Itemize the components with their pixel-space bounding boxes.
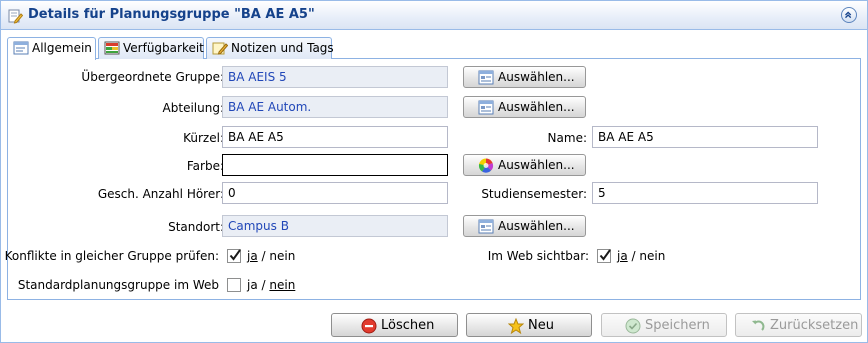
- yes-option[interactable]: ja: [247, 278, 258, 292]
- tab-notizen-und-tags[interactable]: Notizen und Tags: [206, 37, 334, 59]
- planning-group-details-panel: Details für Planungsgruppe "BA AE A5" Al…: [0, 0, 868, 343]
- name-input[interactable]: BA AE A5: [592, 126, 818, 148]
- tab-label: Verfügbarkeit: [123, 41, 204, 55]
- select-color-button[interactable]: Auswählen...: [463, 154, 586, 176]
- reset-button[interactable]: Zurücksetzen: [735, 313, 862, 337]
- select-button-label: Auswählen...: [498, 158, 575, 172]
- parent-group-field: BA AEIS 5: [222, 66, 448, 88]
- color-label: Farbe:: [186, 159, 224, 173]
- new-button[interactable]: Neu: [466, 313, 592, 337]
- conflicts-label: Konflikte in gleicher Gruppe prüfen:: [4, 249, 219, 263]
- standard-web-yes-no: ja / nein: [247, 278, 295, 292]
- tab-content-allgemein: Übergeordnete Gruppe: BA AEIS 5 Auswähle…: [4, 59, 861, 300]
- tab-label: Allgemein: [32, 41, 92, 55]
- web-visible-label: Im Web sichtbar:: [487, 249, 589, 263]
- location-label: Standort:: [168, 220, 224, 234]
- yes-no-separator: /: [261, 249, 266, 263]
- select-parent-group-button[interactable]: Auswählen...: [463, 66, 586, 88]
- no-option[interactable]: nein: [269, 249, 295, 263]
- save-button[interactable]: Speichern: [601, 313, 727, 337]
- listeners-label: Gesch. Anzahl Hörer:: [97, 187, 224, 201]
- department-field: BA AE Autom.: [222, 96, 448, 118]
- color-wheel-icon: [478, 158, 494, 173]
- panel-footer: Löschen Neu Speichern Zurücksetzen: [1, 300, 867, 342]
- select-department-button[interactable]: Auswählen...: [463, 96, 586, 118]
- tab-label: Notizen und Tags: [231, 41, 334, 55]
- list-select-icon: [478, 219, 494, 234]
- delete-icon: [361, 318, 377, 334]
- collapse-button[interactable]: [841, 7, 857, 23]
- semester-label: Studiensemester:: [481, 187, 587, 201]
- note-pencil-icon: [212, 42, 228, 55]
- department-label: Abteilung:: [162, 101, 224, 115]
- location-field: Campus B: [222, 215, 448, 237]
- star-icon: [508, 318, 524, 334]
- panel-title: Details für Planungsgruppe "BA AE A5": [28, 7, 315, 22]
- conflicts-checkbox[interactable]: [227, 249, 241, 263]
- name-label: Name:: [547, 131, 587, 145]
- conflicts-yes-no: ja / nein: [247, 249, 295, 263]
- tab-strip: Allgemein Verfügbarkeit Notizen und Tags: [1, 30, 867, 60]
- no-option[interactable]: nein: [269, 278, 295, 292]
- double-chevron-up-icon: [845, 11, 852, 19]
- check-circle-icon: [625, 318, 641, 334]
- standard-web-label: Standardplanungsgruppe im Web: [17, 278, 219, 292]
- calendar-grid-icon: [104, 41, 120, 55]
- listeners-input[interactable]: 0: [222, 182, 448, 204]
- standard-web-checkbox[interactable]: [227, 278, 241, 292]
- yes-option[interactable]: ja: [617, 249, 628, 263]
- yes-no-separator: /: [631, 249, 636, 263]
- color-field[interactable]: [222, 154, 448, 176]
- tab-allgemein[interactable]: Allgemein: [7, 37, 96, 60]
- list-select-icon: [478, 70, 494, 85]
- select-button-label: Auswählen...: [498, 100, 575, 114]
- parent-group-label: Übergeordnete Gruppe:: [81, 70, 224, 84]
- semester-input[interactable]: 5: [592, 182, 818, 204]
- no-option[interactable]: nein: [639, 249, 665, 263]
- checkmark-icon: [229, 249, 241, 261]
- delete-button-label: Löschen: [381, 318, 435, 333]
- edit-document-icon: [8, 9, 23, 24]
- form-icon: [13, 41, 29, 55]
- panel-header: Details für Planungsgruppe "BA AE A5": [1, 1, 867, 30]
- list-select-icon: [478, 100, 494, 115]
- new-button-label: Neu: [528, 318, 554, 333]
- checkmark-icon: [599, 249, 611, 261]
- delete-button[interactable]: Löschen: [331, 313, 458, 337]
- web-visible-checkbox[interactable]: [597, 249, 611, 263]
- save-button-label: Speichern: [645, 318, 710, 333]
- select-location-button[interactable]: Auswählen...: [463, 215, 586, 237]
- short-name-input[interactable]: BA AE A5: [222, 126, 448, 148]
- reset-button-label: Zurücksetzen: [770, 318, 859, 333]
- web-visible-yes-no: ja / nein: [617, 249, 665, 263]
- select-button-label: Auswählen...: [498, 70, 575, 84]
- short-name-label: Kürzel:: [183, 131, 224, 145]
- yes-option[interactable]: ja: [247, 249, 258, 263]
- yes-no-separator: /: [261, 278, 266, 292]
- tab-verfuegbarkeit[interactable]: Verfügbarkeit: [98, 37, 204, 59]
- undo-arrow-icon: [752, 320, 765, 331]
- select-button-label: Auswählen...: [498, 219, 575, 233]
